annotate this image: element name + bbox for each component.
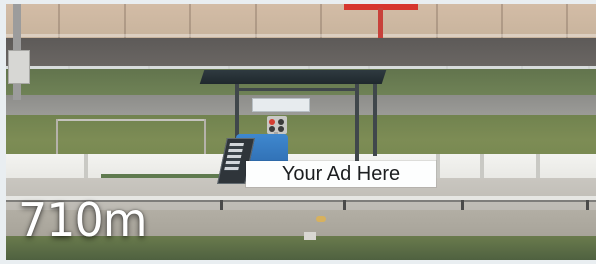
wall-panel-seam [58,4,60,38]
ground-box [304,232,316,240]
infield-fence-post [204,119,206,155]
wall-panel-seam [255,4,257,38]
fence-joint [536,154,540,178]
ad-banner-text: Your Ad Here [281,163,401,185]
red-light [269,119,275,125]
racecourse-photo: Your Ad Here 710m [6,4,596,260]
wall-panel-seam [189,4,191,38]
wall-panel-seam [566,4,568,38]
dark-light [278,126,284,132]
fence-joint [480,154,484,178]
shelter-sign [252,98,310,112]
infield-fence-post [56,119,58,155]
shelter-leg [373,84,377,156]
shelter-leg [355,84,359,168]
background-wall [6,4,596,38]
fence-joint [436,154,440,178]
dark-light [278,119,284,125]
wall-trim [6,34,596,37]
wall-panel-seam [320,4,322,38]
wall-panel-seam [436,4,438,38]
track-marker [316,216,326,222]
wall-panel-seam [124,4,126,38]
utility-box [8,50,30,84]
wall-panel-seam [501,4,503,38]
ad-banner: Your Ad Here [246,161,436,187]
shelter-brace [235,88,359,91]
distance-label: 710m [18,193,148,247]
infield-fence-rail [56,119,206,121]
shelter-roof [199,70,387,84]
fence-joint [84,154,88,178]
far-track-surface [6,38,596,66]
red-sign-post [378,8,383,38]
